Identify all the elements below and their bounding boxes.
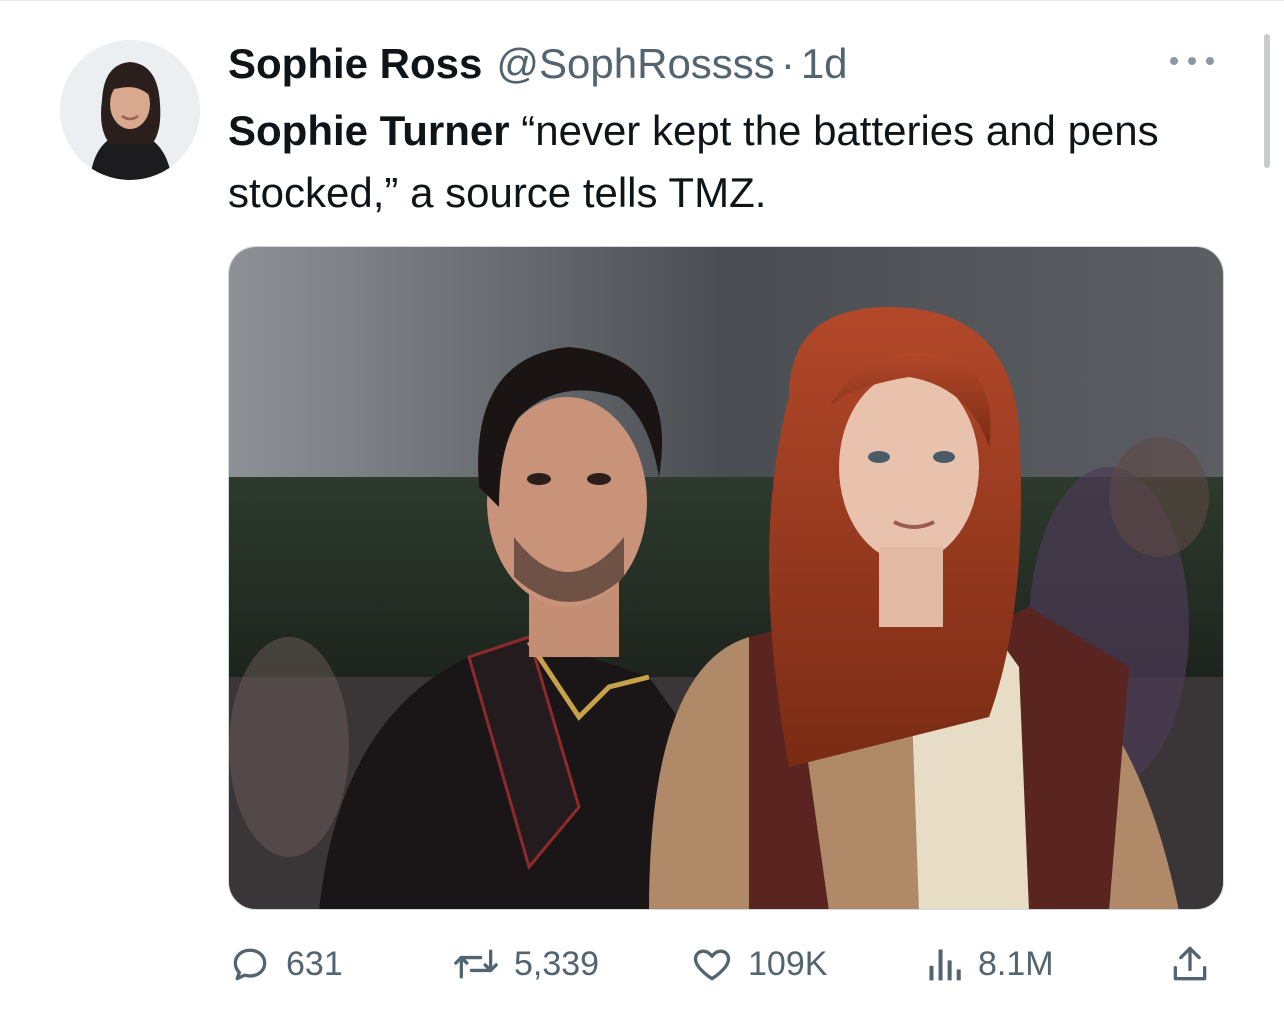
like-button[interactable]: 109K <box>690 934 827 994</box>
like-icon <box>693 949 731 981</box>
author-handle[interactable]: @SophRossss <box>496 40 774 88</box>
reply-button[interactable]: 631 <box>228 934 343 994</box>
tweet-text: Sophie Turner “never kept the batteries … <box>228 100 1228 224</box>
reply-count: 631 <box>286 944 343 983</box>
share-button[interactable] <box>1168 934 1226 994</box>
tweet-header: Sophie Ross @SophRossss · 1d <box>228 36 848 92</box>
views-icon <box>929 949 961 981</box>
retweet-count: 5,339 <box>514 944 600 983</box>
reply-icon <box>233 948 267 981</box>
photo-of-couple <box>229 247 1223 909</box>
tweet-media[interactable] <box>228 246 1224 910</box>
tweet-text-bold: Sophie Turner <box>228 107 510 154</box>
tweet[interactable]: Sophie Ross @SophRossss · 1d Sophie Turn… <box>0 0 1284 1018</box>
views-button[interactable]: 8.1M <box>924 934 1054 994</box>
avatar[interactable] <box>60 40 200 180</box>
separator-dot: · <box>780 40 795 87</box>
share-icon <box>1173 946 1207 981</box>
tweet-timestamp[interactable]: 1d <box>801 40 848 88</box>
more-icon[interactable] <box>1166 46 1218 76</box>
author-name[interactable]: Sophie Ross <box>228 40 482 88</box>
retweet-button[interactable]: 5,339 <box>452 934 599 994</box>
retweet-icon <box>454 949 498 979</box>
like-count: 109K <box>748 944 828 983</box>
view-count: 8.1M <box>978 944 1054 983</box>
action-bar: 631 5,339 109K 8.1M <box>228 934 1224 994</box>
